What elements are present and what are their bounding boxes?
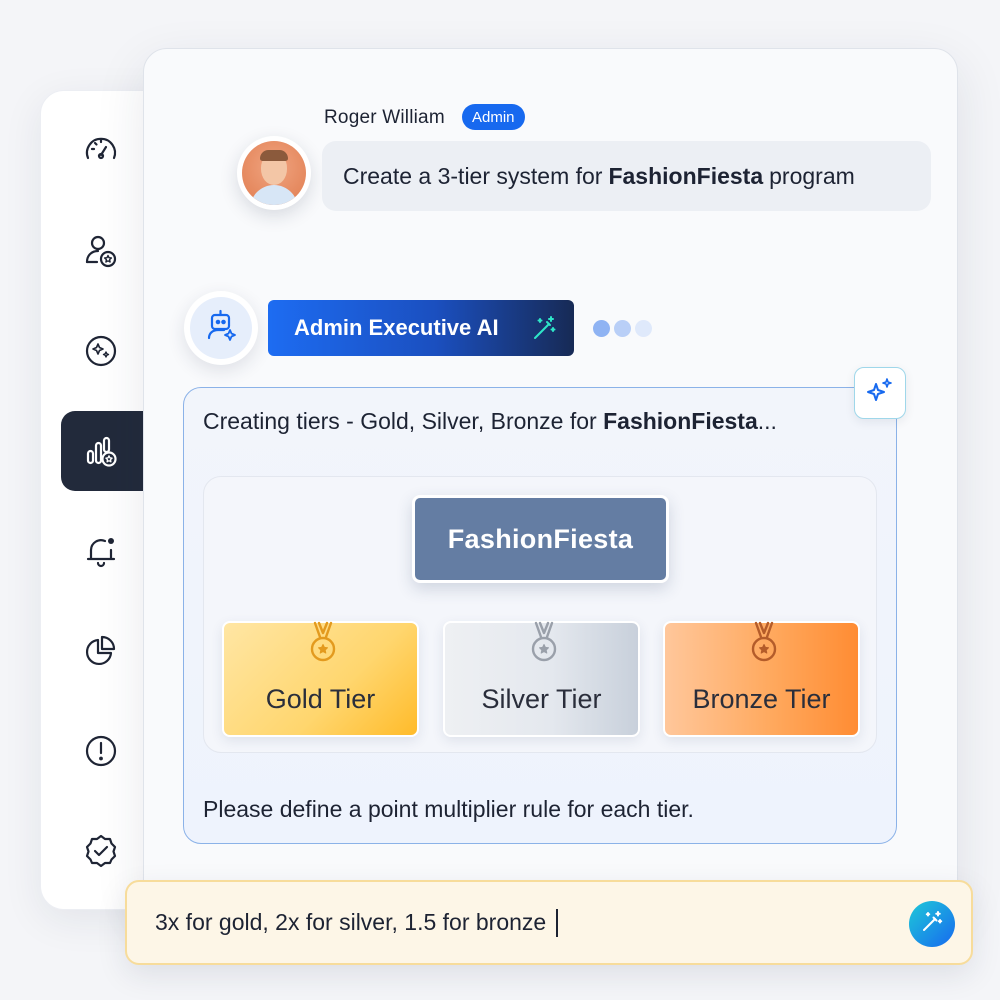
- ai-message: Creating tiers - Gold, Silver, Bronze fo…: [203, 408, 777, 435]
- ai-avatar: [184, 291, 258, 365]
- ai-message-ellipsis: ...: [757, 408, 777, 434]
- role-badge: Admin: [462, 104, 525, 130]
- medal-icon: [529, 621, 559, 665]
- ai-message-text: Creating tiers - Gold, Silver, Bronze fo…: [203, 408, 597, 434]
- magic-wand-icon: [530, 314, 558, 342]
- sparkles-icon: [864, 375, 896, 412]
- speedometer-icon: [81, 131, 121, 171]
- verified-badge-icon: [81, 831, 121, 871]
- tier-card-bronze[interactable]: Bronze Tier: [663, 621, 860, 737]
- user-message-suffix: program: [769, 162, 855, 189]
- bell-icon: [81, 531, 121, 571]
- user-message-text: Create a 3-tier system for: [343, 162, 603, 189]
- sparkle-badge-icon: [81, 331, 121, 371]
- text-caret: [556, 908, 559, 937]
- user-message: Create a 3-tier system for FashionFiesta…: [322, 141, 931, 211]
- tier-label: Gold Tier: [265, 684, 376, 714]
- typing-dot: [614, 320, 631, 337]
- typing-dot: [593, 320, 610, 337]
- user-star-icon: [81, 231, 121, 271]
- tiers-chart-icon: [81, 431, 121, 471]
- tier-label: Bronze Tier: [692, 684, 831, 714]
- ai-response-card: Creating tiers - Gold, Silver, Bronze fo…: [183, 387, 897, 844]
- avatar[interactable]: [237, 136, 311, 210]
- robot-icon: [201, 306, 241, 351]
- program-node: FashionFiesta: [412, 495, 669, 583]
- magic-wand-icon: [919, 909, 945, 940]
- ai-name-text: Admin Executive AI: [294, 315, 499, 340]
- alert-icon: [81, 731, 121, 771]
- medal-icon: [308, 621, 338, 665]
- message-input-value: 3x for gold, 2x for silver, 1.5 for bron…: [155, 909, 547, 935]
- chat-panel: Roger William Admin Create a 3-tier syst…: [143, 48, 958, 908]
- message-input[interactable]: 3x for gold, 2x for silver, 1.5 for bron…: [155, 882, 559, 963]
- ai-message-program: FashionFiesta: [603, 408, 758, 434]
- tier-diagram: FashionFiesta Gold Tier Silver Tier Bron…: [203, 476, 877, 753]
- medal-icon: [749, 621, 779, 665]
- ai-name-label: Admin Executive AI: [268, 300, 574, 356]
- pie-chart-icon: [81, 631, 121, 671]
- send-button[interactable]: [909, 901, 955, 947]
- ai-question: Please define a point multiplier rule fo…: [203, 796, 694, 822]
- tier-card-silver[interactable]: Silver Tier: [443, 621, 640, 737]
- tier-card-gold[interactable]: Gold Tier: [222, 621, 419, 737]
- user-name: Roger William: [324, 107, 445, 128]
- message-composer[interactable]: 3x for gold, 2x for silver, 1.5 for bron…: [125, 880, 973, 965]
- typing-indicator: [593, 320, 652, 337]
- typing-dot: [635, 320, 652, 337]
- tier-label: Silver Tier: [481, 684, 602, 714]
- user-message-program: FashionFiesta: [608, 162, 764, 189]
- ai-sparkle-button[interactable]: [854, 367, 906, 419]
